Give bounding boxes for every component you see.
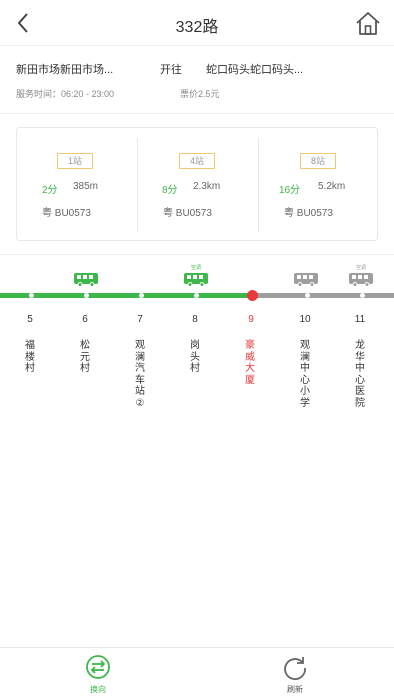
route-line: 空调 空调 5 6 7 8 9 10 11 福楼村 松元村 观澜汽车站② 岗头村… xyxy=(0,256,394,646)
bus-plate: 粤 BU0573 xyxy=(42,208,91,219)
bus-ac-label: 空调 xyxy=(190,265,201,271)
station-dot xyxy=(83,293,89,298)
eta-distance: 5.2km xyxy=(318,181,346,192)
route-direction: 开往 xyxy=(160,64,182,76)
station-name[interactable]: 松元村 xyxy=(78,340,92,375)
station-number[interactable]: 11 xyxy=(350,314,370,325)
bottom-toolbar: 换向 刷新 xyxy=(0,647,394,700)
switch-direction-button[interactable]: 换向 xyxy=(68,652,128,698)
refresh-icon xyxy=(284,657,306,680)
route-destination: 蛇口码头蛇口码头... xyxy=(206,64,304,76)
eta-minutes: 8分 xyxy=(162,185,178,196)
station-dot xyxy=(28,293,34,298)
service-time: 服务时间：06:20 - 23:00 xyxy=(16,89,115,99)
eta-item-3[interactable]: 8站 16分 5.2km 粤 BU0573 xyxy=(258,138,378,232)
home-icon xyxy=(356,12,380,35)
route-track-passed xyxy=(0,293,252,298)
station-name[interactable]: 福楼村 xyxy=(23,340,37,375)
station-number[interactable]: 6 xyxy=(75,314,95,325)
station-number[interactable]: 8 xyxy=(185,314,205,325)
fare: 票价2.5元 xyxy=(180,89,220,99)
route-origin: 新田市场新田市场... xyxy=(16,64,114,76)
home-button[interactable] xyxy=(354,9,382,37)
station-name-current[interactable]: 豪威大厦 xyxy=(243,340,257,386)
station-name[interactable]: 龙华中心医院 xyxy=(353,340,367,409)
stops-badge: 4站 xyxy=(179,153,215,169)
route-info: 新田市场新田市场... 开往 蛇口码头蛇口码头... 服务时间：06:20 - … xyxy=(0,47,394,113)
eta-minutes: 2分 xyxy=(42,185,58,196)
eta-distance: 2.3km xyxy=(193,181,221,192)
eta-item-1[interactable]: 1站 2分 385m 粤 BU0573 xyxy=(17,138,137,232)
refresh-label: 刷新 xyxy=(287,685,303,694)
station-number[interactable]: 5 xyxy=(20,314,40,325)
station-number[interactable]: 10 xyxy=(295,314,315,325)
switch-direction-label: 换向 xyxy=(90,685,106,694)
eta-minutes: 16分 xyxy=(279,185,301,196)
bus-ac-label: 空调 xyxy=(355,265,366,271)
eta-distance: 385m xyxy=(73,181,99,192)
page-title: 332路 xyxy=(175,19,219,36)
stops-badge: 1站 xyxy=(57,153,93,169)
station-name[interactable]: 观澜中心小学 xyxy=(298,340,312,409)
divider xyxy=(0,113,394,114)
eta-item-2[interactable]: 4站 8分 2.3km 粤 BU0573 xyxy=(137,138,257,232)
bus-plate: 粤 BU0573 xyxy=(163,208,212,219)
bus-plate: 粤 BU0573 xyxy=(284,208,333,219)
station-dot xyxy=(193,293,199,298)
refresh-button[interactable]: 刷新 xyxy=(265,652,325,698)
current-station-dot xyxy=(246,290,258,301)
bus-icon[interactable] xyxy=(183,272,209,287)
station-dot xyxy=(359,293,365,298)
route-track-upcoming xyxy=(252,293,394,298)
station-number[interactable]: 7 xyxy=(130,314,150,325)
bus-icon[interactable] xyxy=(293,272,319,287)
station-dot xyxy=(138,293,144,298)
station-number-current[interactable]: 9 xyxy=(241,314,261,325)
switch-direction-icon xyxy=(86,655,110,679)
station-name[interactable]: 观澜汽车站② xyxy=(133,340,147,409)
bus-icon[interactable] xyxy=(73,272,99,287)
station-dot xyxy=(304,293,310,298)
eta-card: 1站 2分 385m 粤 BU0573 4站 8分 2.3km 粤 BU0573… xyxy=(16,127,378,241)
bus-icon[interactable] xyxy=(348,272,374,287)
header-bar: 332路 xyxy=(0,0,394,46)
divider xyxy=(0,254,394,255)
stops-badge: 8站 xyxy=(300,153,336,169)
station-name[interactable]: 岗头村 xyxy=(188,340,202,375)
